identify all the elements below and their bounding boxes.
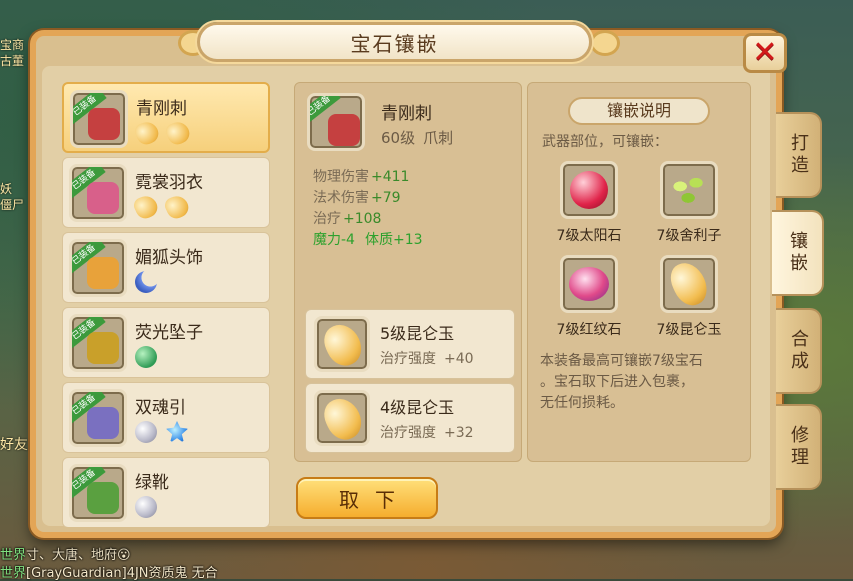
inlay-info-panel: 镶嵌说明 武器部位，可镶嵌： 7级太阳石 7级舍利子 7级红纹石 7级昆仑玉 本… (527, 82, 751, 462)
tab-inlay[interactable]: 镶嵌 (772, 210, 824, 296)
chat-line: 世界寸、大唐、地府😮 (0, 548, 131, 563)
close-button[interactable]: ✕ (743, 33, 787, 73)
equipment-icon: 已装备 (307, 93, 365, 151)
scene-label: 妖 (0, 182, 13, 196)
gem-option-label: 7级红纹石 (556, 322, 622, 338)
kunlun-jade-icon (665, 257, 713, 311)
kunlun-jade-icon (163, 118, 193, 148)
gem-slots (135, 271, 157, 293)
equipment-icon: 已装备 (69, 314, 127, 372)
sun-stone-icon (570, 171, 608, 209)
gem-option[interactable]: 7级昆仑玉 (644, 255, 734, 339)
stat-row: 治疗 +108 (313, 211, 382, 227)
silver-gem-icon (135, 421, 157, 443)
equipment-icon: 已装备 (69, 464, 127, 522)
remove-gem-button[interactable]: 取下 (296, 477, 438, 519)
gem-effect: 治疗强度 +32 (380, 425, 474, 441)
scene-label: 僵尸 (0, 198, 25, 212)
equipment-name: 青刚刺 (381, 104, 432, 124)
gem-slots (132, 118, 193, 148)
equipment-list[interactable]: 已装备 青刚刺 已装备 霓裳羽衣 已装备 媚狐头饰 已装备 荧光坠子 已装备 双… (62, 82, 272, 527)
list-item[interactable]: 已装备 媚狐头饰 (62, 232, 270, 303)
equipment-icon: 已装备 (69, 389, 127, 447)
equipment-icon: 已装备 (70, 90, 128, 148)
scene-label: 古董 (0, 54, 25, 68)
moon-stone-icon (135, 271, 157, 293)
gem-option[interactable]: 7级红纹石 (544, 255, 634, 339)
tab-synthesize[interactable]: 合成 (776, 308, 822, 394)
special-stat-row: 魔力-4 体质+13 (313, 232, 423, 248)
info-description: 武器部位，可镶嵌： (542, 134, 668, 150)
stat-row: 法术伤害 +79 (313, 190, 401, 206)
equipment-name: 双魂引 (135, 398, 186, 418)
gem-option-label: 7级舍利子 (656, 228, 722, 244)
sarira-icon (667, 172, 711, 208)
equipment-name: 媚狐头饰 (135, 248, 203, 268)
tab-forge[interactable]: 打造 (776, 112, 822, 198)
red-vein-stone-icon (569, 267, 609, 301)
title-ornament (590, 30, 620, 56)
chat-line: 世界[GrayGuardian]4JN资质鬼 无合 (0, 566, 218, 581)
gem-slots (135, 346, 157, 368)
tab-repair[interactable]: 修理 (776, 404, 822, 490)
equipment-detail-panel: 已装备 青刚刺 60级 爪刺 物理伤害 +411 法术伤害 +79 治疗 +108 魔力… (294, 82, 522, 462)
green-orb-icon (135, 346, 157, 368)
list-item[interactable]: 已装备 青刚刺 (62, 82, 270, 153)
equipment-icon: 已装备 (69, 239, 127, 297)
equipment-name: 荧光坠子 (135, 323, 203, 343)
list-item[interactable]: 已装备 绿靴 (62, 457, 270, 527)
list-item[interactable]: 已装备 霓裳羽衣 (62, 157, 270, 228)
info-title: 镶嵌说明 (568, 97, 710, 125)
kunlun-jade-icon (314, 390, 370, 446)
dialog-title: 宝石镶嵌 (197, 22, 592, 62)
gem-option[interactable]: 7级舍利子 (644, 161, 734, 245)
silver-gem-icon (135, 496, 157, 518)
gem-slots (135, 421, 188, 443)
gem-slots (135, 496, 157, 518)
kunlun-jade-icon (132, 118, 162, 148)
gem-option-label: 7级昆仑玉 (656, 322, 722, 338)
inlaid-gem-row[interactable]: 5级昆仑玉 治疗强度 +40 (305, 309, 515, 379)
equipment-name: 青刚刺 (136, 99, 187, 119)
friends-label[interactable]: 好友 (0, 434, 28, 454)
equipment-icon: 已装备 (69, 164, 127, 222)
list-item[interactable]: 已装备 双魂引 (62, 382, 270, 453)
equipment-level-type: 60级 爪刺 (381, 129, 454, 147)
inlaid-gem-row[interactable]: 4级昆仑玉 治疗强度 +32 (305, 383, 515, 453)
gem-slots (131, 192, 192, 222)
scene-label: 宝商 (0, 38, 25, 52)
gem-name: 4级昆仑玉 (380, 398, 455, 417)
blue-star-gem-icon (166, 421, 188, 443)
equipment-stats: 物理伤害 +411 法术伤害 +79 治疗 +108 魔力-4 体质+13 (313, 167, 423, 251)
kunlun-jade-icon (131, 192, 161, 222)
gem-option[interactable]: 7级太阳石 (544, 161, 634, 245)
gem-option-label: 7级太阳石 (556, 228, 622, 244)
equipment-name: 绿靴 (135, 473, 169, 493)
gem-effect: 治疗强度 +40 (380, 351, 474, 367)
stat-row: 物理伤害 +411 (313, 169, 410, 185)
kunlun-jade-icon (162, 192, 192, 222)
gem-name: 5级昆仑玉 (380, 324, 455, 343)
list-item[interactable]: 已装备 荧光坠子 (62, 307, 270, 378)
inlay-note: 本装备最高可镶嵌7级宝石 。宝石取下后进入包裹， 无任何损耗。 (540, 353, 703, 411)
equipment-name: 霓裳羽衣 (135, 173, 203, 193)
kunlun-jade-icon (314, 316, 370, 372)
